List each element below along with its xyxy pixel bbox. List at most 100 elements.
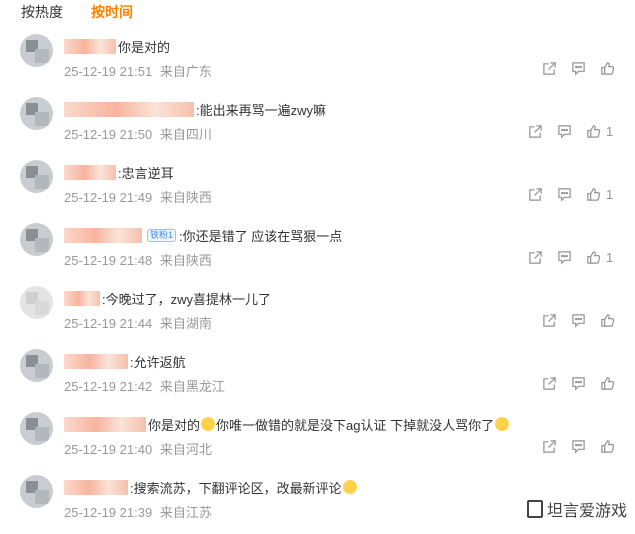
share-button[interactable] bbox=[542, 61, 557, 76]
comment-text: :忠言逆耳 bbox=[118, 165, 174, 181]
comment-button[interactable] bbox=[571, 61, 586, 76]
share-button[interactable] bbox=[542, 313, 557, 328]
share-button[interactable] bbox=[542, 376, 557, 391]
share-icon bbox=[543, 439, 556, 453]
comment-text: 你是对的 bbox=[148, 417, 201, 433]
comment-button[interactable] bbox=[557, 187, 572, 202]
comment-item: :能出来再骂一遍zwy嘛 25-12-19 21:50 来自四川 1 bbox=[0, 93, 635, 156]
comment-icon bbox=[558, 250, 571, 265]
comment-date: 25-12-19 21:44 bbox=[64, 316, 153, 331]
avatar[interactable] bbox=[20, 349, 53, 382]
comment-item: :今晚过了，zwy喜提林一儿了 25-12-19 21:44 来自湖南 bbox=[0, 282, 635, 345]
comment-text: :能出来再骂一遍zwy嘛 bbox=[196, 102, 327, 118]
comment-button[interactable] bbox=[557, 124, 572, 139]
like-button[interactable] bbox=[600, 376, 620, 391]
comment-item: 你是对的 25-12-19 21:51 来自广东 bbox=[0, 30, 635, 93]
username-blurred[interactable] bbox=[64, 38, 116, 54]
fan-badge[interactable]: 铁粉1 bbox=[147, 228, 177, 242]
share-icon bbox=[543, 61, 556, 75]
like-count: 1 bbox=[606, 186, 614, 202]
avatar[interactable] bbox=[20, 34, 53, 67]
comment-button[interactable] bbox=[557, 250, 572, 265]
thumbs-up-icon bbox=[601, 313, 615, 327]
share-button[interactable] bbox=[528, 124, 543, 139]
tab-by-time[interactable]: 按时间 bbox=[91, 2, 133, 22]
comment-location: 来自江苏 bbox=[159, 505, 212, 520]
comment-text: :允许返航 bbox=[130, 354, 186, 370]
like-button[interactable] bbox=[600, 61, 620, 76]
comment-location: 来自湖南 bbox=[159, 316, 212, 331]
comment-text: :今晚过了，zwy喜提林一儿了 bbox=[102, 291, 272, 307]
comment-item: 你是对的 你唯一做错的就是没下ag认证 下掉就没人骂你了 25-12-19 21… bbox=[0, 408, 635, 471]
share-icon bbox=[529, 187, 542, 201]
avatar[interactable] bbox=[20, 97, 53, 130]
comment-item: 铁粉1 :你还是错了 应该在骂狠一点 25-12-19 21:48 来自陕西 1 bbox=[0, 219, 635, 282]
comment-text: 你是对的 bbox=[118, 39, 171, 55]
thumbs-up-icon bbox=[601, 376, 615, 390]
share-icon bbox=[543, 376, 556, 390]
username-blurred[interactable] bbox=[64, 227, 142, 243]
share-icon bbox=[543, 313, 556, 327]
comment-date: 25-12-19 21:39 bbox=[64, 505, 153, 520]
comment-location: 来自广东 bbox=[159, 64, 212, 79]
comment-button[interactable] bbox=[571, 376, 586, 391]
comment-icon bbox=[558, 187, 571, 202]
tab-by-hot[interactable]: 按热度 bbox=[21, 2, 63, 22]
comment-date: 25-12-19 21:49 bbox=[64, 190, 153, 205]
comment-text-continued: 你唯一做错的就是没下ag认证 下掉就没人骂你了 bbox=[216, 417, 495, 433]
comment-button[interactable] bbox=[571, 313, 586, 328]
like-button[interactable]: 1 bbox=[586, 124, 613, 139]
thumbs-up-icon bbox=[587, 250, 601, 264]
comment-date: 25-12-19 21:48 bbox=[64, 253, 153, 268]
cat-emoji-icon bbox=[342, 480, 357, 494]
username-blurred[interactable] bbox=[64, 416, 146, 432]
thumbs-up-icon bbox=[587, 187, 601, 201]
thumbs-up-icon bbox=[601, 439, 615, 453]
avatar[interactable] bbox=[20, 223, 53, 256]
username-blurred[interactable] bbox=[64, 290, 100, 306]
comment-location: 来自河北 bbox=[159, 442, 212, 457]
thumbs-up-icon bbox=[587, 124, 601, 138]
avatar[interactable] bbox=[20, 286, 53, 319]
username-blurred[interactable] bbox=[64, 479, 128, 495]
comment-item: :忠言逆耳 25-12-19 21:49 来自陕西 1 bbox=[0, 156, 635, 219]
watermark-logo-icon bbox=[526, 500, 543, 518]
like-button[interactable] bbox=[600, 313, 620, 328]
comment-icon bbox=[572, 376, 585, 391]
comment-location: 来自陕西 bbox=[159, 253, 212, 268]
like-count: 1 bbox=[606, 249, 614, 265]
comment-list: 你是对的 25-12-19 21:51 来自广东 :能出来再骂一遍zwy嘛 25… bbox=[0, 30, 635, 534]
share-button[interactable] bbox=[528, 250, 543, 265]
like-button[interactable]: 1 bbox=[586, 187, 613, 202]
like-button[interactable]: 1 bbox=[586, 250, 613, 265]
share-icon bbox=[529, 124, 542, 138]
share-icon bbox=[529, 250, 542, 264]
comment-date: 25-12-19 21:40 bbox=[64, 442, 153, 457]
comment-location: 来自四川 bbox=[159, 127, 212, 142]
comment-button[interactable] bbox=[571, 439, 586, 454]
like-count: 1 bbox=[606, 123, 614, 139]
avatar[interactable] bbox=[20, 160, 53, 193]
share-button[interactable] bbox=[542, 439, 557, 454]
comment-icon bbox=[558, 124, 571, 139]
watermark-text: 坦言爱游戏 bbox=[546, 503, 627, 520]
comment-location: 来自陕西 bbox=[159, 190, 212, 205]
comment-date: 25-12-19 21:50 bbox=[64, 127, 153, 142]
sort-tabs: 按热度 按时间 bbox=[21, 2, 133, 22]
like-button[interactable] bbox=[600, 439, 620, 454]
comment-icon bbox=[572, 439, 585, 454]
username-blurred[interactable] bbox=[64, 101, 194, 117]
avatar[interactable] bbox=[20, 475, 53, 508]
share-button[interactable] bbox=[528, 187, 543, 202]
comment-date: 25-12-19 21:51 bbox=[64, 64, 153, 79]
comment-text: :搜索流苏，下翻评论区，改最新评论 bbox=[130, 480, 342, 496]
username-blurred[interactable] bbox=[64, 164, 116, 180]
smile-emoji-icon bbox=[201, 417, 216, 431]
username-blurred[interactable] bbox=[64, 353, 128, 369]
smile-emoji-icon bbox=[495, 417, 510, 431]
comment-location: 来自黑龙江 bbox=[159, 379, 225, 394]
comment-icon bbox=[572, 61, 585, 76]
comment-item: :允许返航 25-12-19 21:42 来自黑龙江 bbox=[0, 345, 635, 408]
avatar[interactable] bbox=[20, 412, 53, 445]
comment-date: 25-12-19 21:42 bbox=[64, 379, 153, 394]
